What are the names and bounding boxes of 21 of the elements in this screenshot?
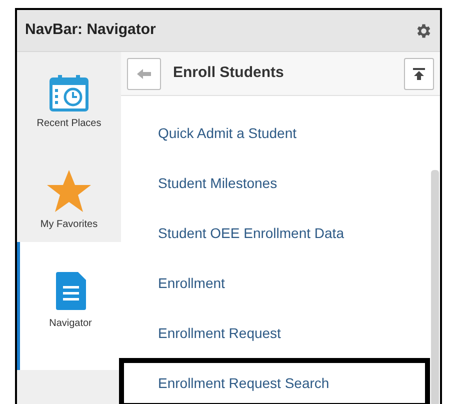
sidebar-label: Navigator [49, 317, 92, 331]
calendar-clock-icon [49, 74, 89, 112]
sidebar-item[interactable]: Recent Places [17, 52, 121, 147]
star-icon [46, 169, 92, 213]
document-icon [56, 272, 86, 310]
menu-item[interactable]: Student Milestones [121, 158, 430, 208]
scroll-top-button[interactable] [404, 58, 434, 90]
sidebar-item[interactable]: Navigator [17, 242, 121, 370]
left-arrow-icon [137, 68, 151, 78]
window-title: NavBar: Navigator [25, 20, 156, 40]
menu-item[interactable]: Enrollment Request [121, 308, 430, 358]
menu-item[interactable]: Quick Admit a Student [121, 108, 430, 158]
scrollbar-thumb[interactable] [431, 170, 439, 404]
sidebar-label: Recent Places [36, 117, 102, 131]
panel-title: Enroll Students [173, 63, 285, 84]
menu-item[interactable]: Student OEE Enrollment Data [121, 208, 430, 258]
to-top-icon [413, 68, 425, 80]
sidebar-label: My Favorites [40, 218, 98, 232]
menu-item[interactable]: Enrollment [121, 258, 430, 308]
menu-item[interactable]: Enrollment Request Search [119, 358, 430, 404]
sidebar-item[interactable]: My Favorites [17, 147, 121, 242]
